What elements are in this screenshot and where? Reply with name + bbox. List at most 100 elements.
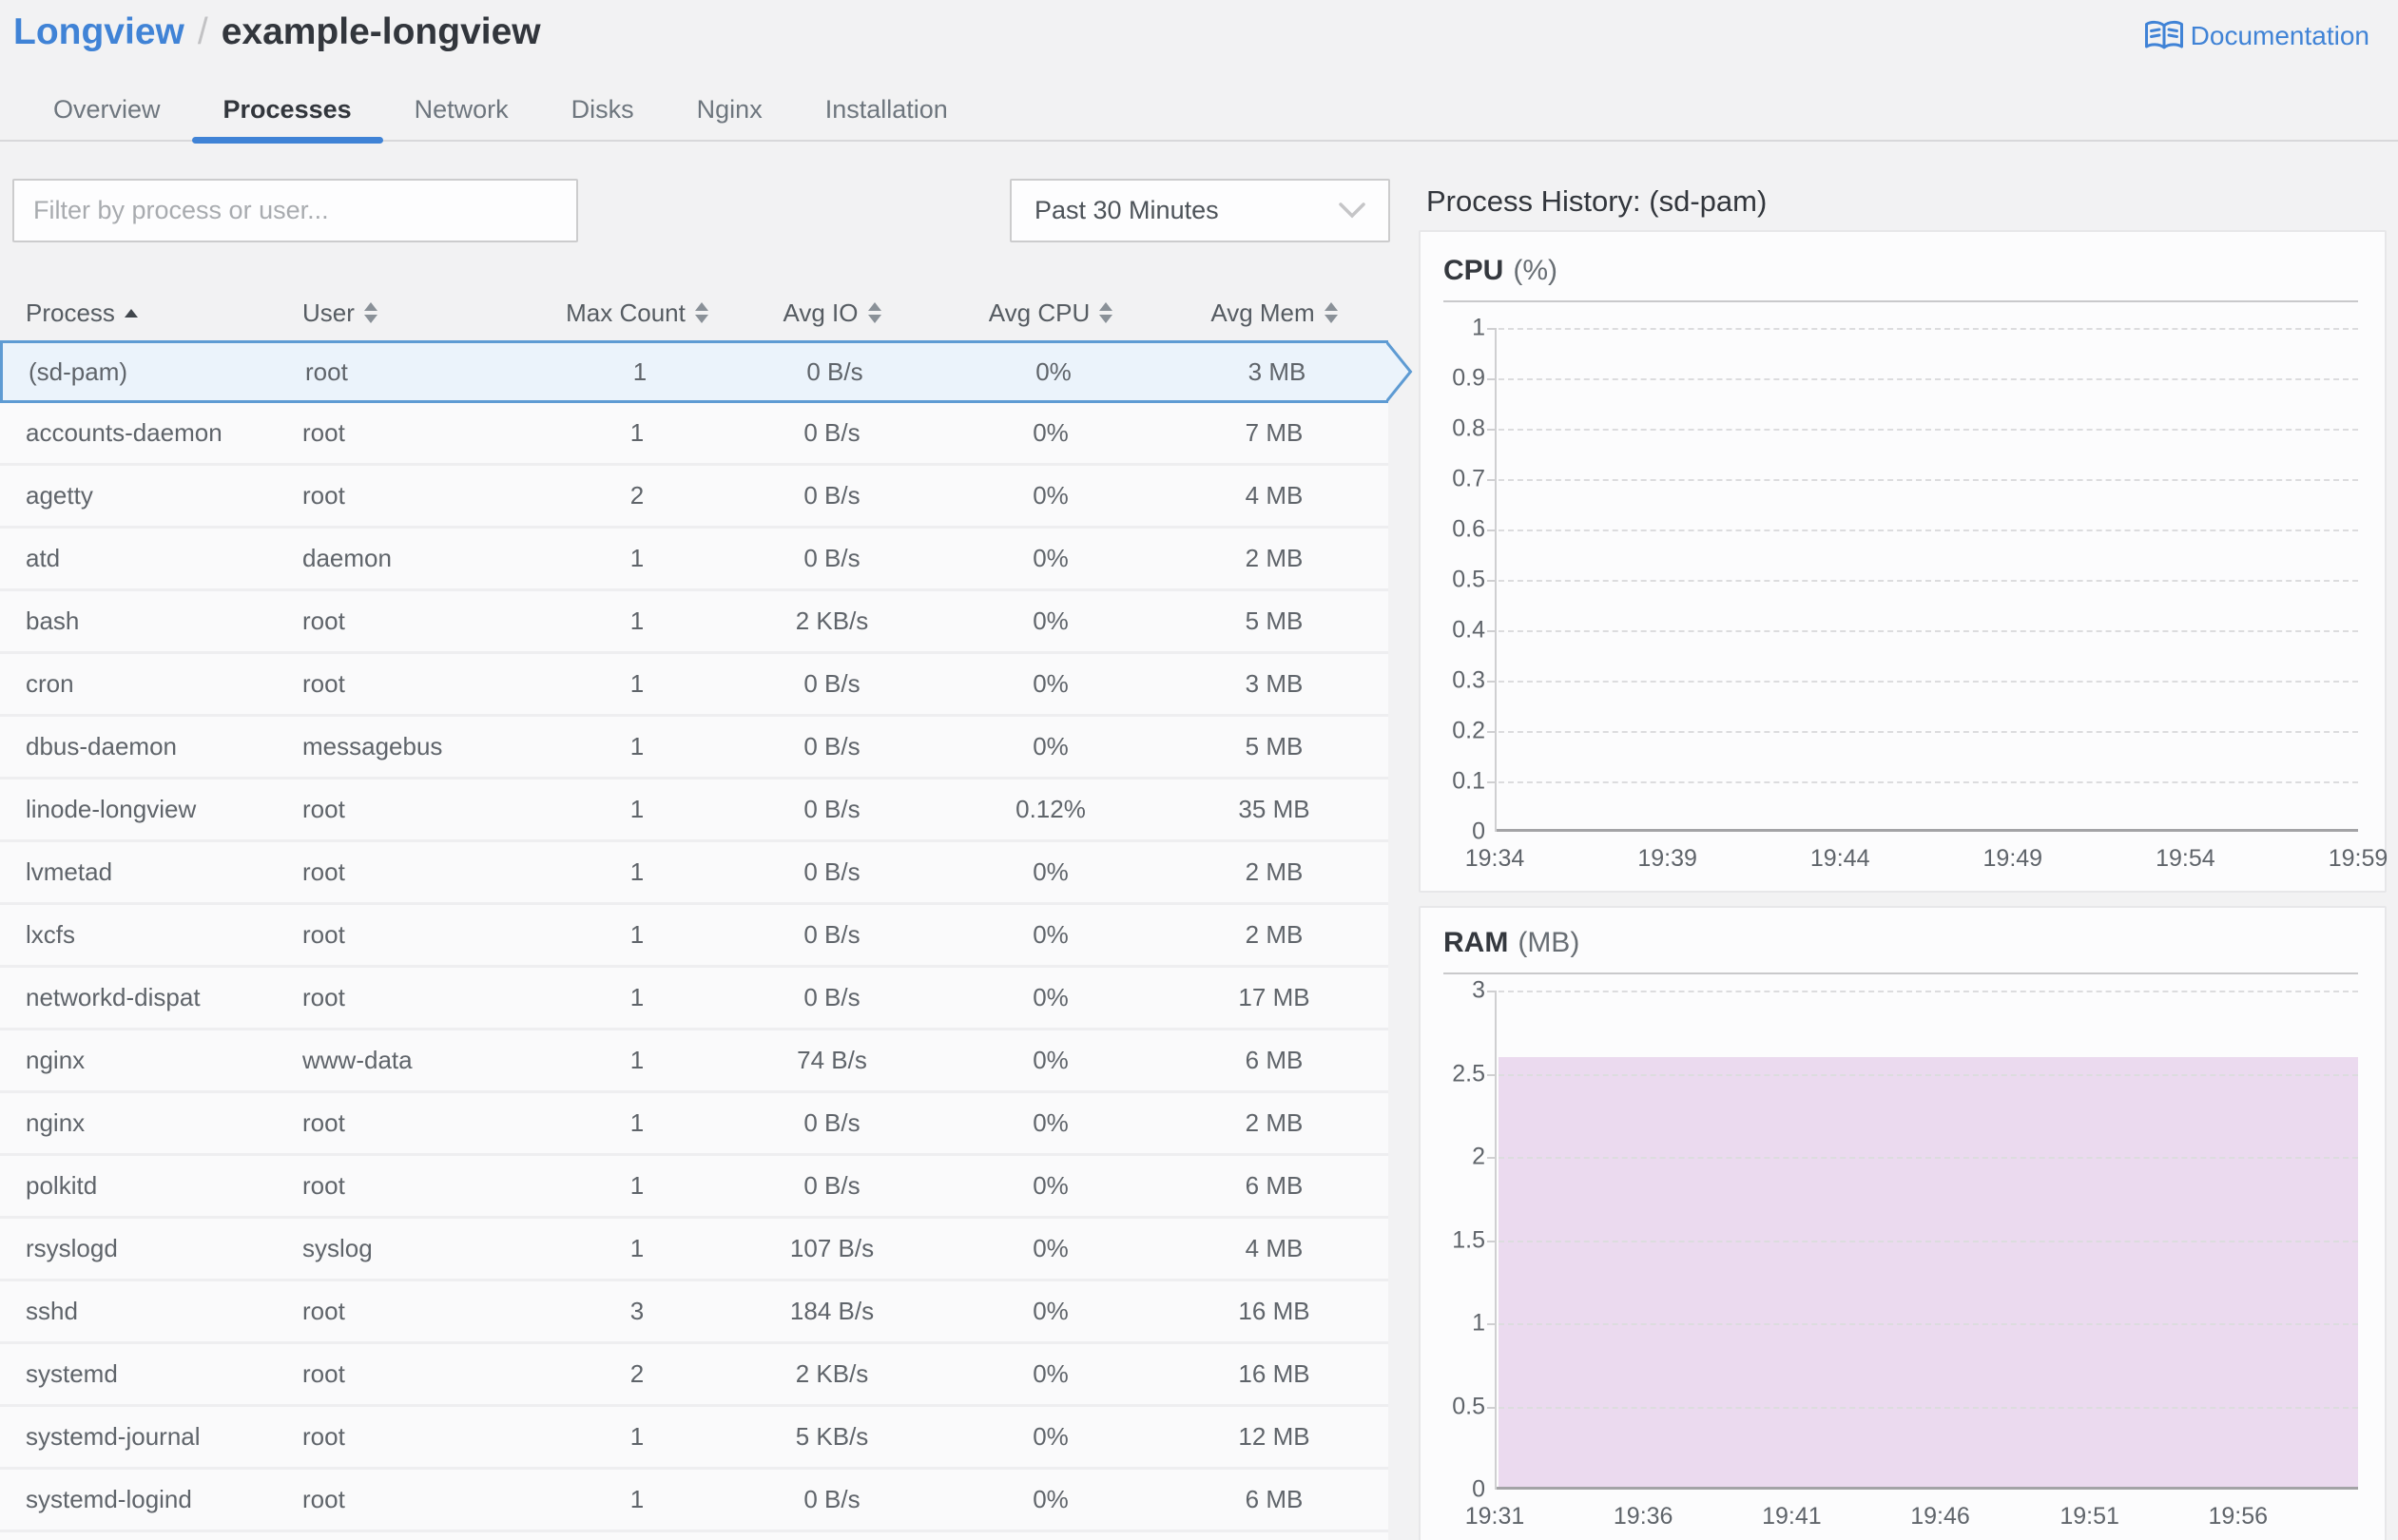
y-axis-label: 0.5 bbox=[1452, 566, 1485, 593]
table-cell: 2 MB bbox=[1245, 544, 1304, 572]
table-row[interactable]: linode-longview root 1 0 B/s 0.12% 35 MB bbox=[0, 780, 1388, 842]
table-row[interactable]: systemd-logind root 1 0 B/s 0% 6 MB bbox=[0, 1470, 1388, 1532]
process-filter-input[interactable] bbox=[12, 179, 578, 242]
x-axis-label: 19:44 bbox=[1809, 845, 1870, 872]
x-axis-label: 19:31 bbox=[1464, 1503, 1525, 1530]
table-cell: 1 bbox=[629, 1171, 645, 1200]
table-cell: root bbox=[305, 356, 348, 386]
zero-baseline bbox=[1497, 1487, 2358, 1490]
cpu-x-axis: 19:34 19:39 19:44 19:49 19:54 19:59 bbox=[1465, 837, 2388, 879]
column-header-user[interactable]: User bbox=[285, 298, 551, 328]
table-row[interactable]: systemd root 2 2 KB/s 0% 16 MB bbox=[0, 1344, 1388, 1407]
tab-disks[interactable]: Disks bbox=[540, 80, 666, 140]
table-cell: root bbox=[302, 1171, 345, 1200]
table-row[interactable]: bash root 1 2 KB/s 0% 5 MB bbox=[0, 591, 1388, 654]
table-cell: root bbox=[302, 857, 345, 886]
table-row[interactable]: lxcfs root 1 0 B/s 0% 2 MB bbox=[0, 905, 1388, 968]
column-header-avg-io[interactable]: Avg IO bbox=[723, 298, 941, 328]
table-row[interactable]: sshd root 3 184 B/s 0% 16 MB bbox=[0, 1281, 1388, 1344]
column-label: Avg IO bbox=[783, 298, 859, 327]
table-row[interactable]: polkitd root 1 0 B/s 0% 6 MB bbox=[0, 1156, 1388, 1219]
process-table-header: Process User Max Count Avg IO Avg CPU Av… bbox=[0, 285, 1388, 340]
table-cell: rsyslogd bbox=[26, 1234, 118, 1262]
x-axis-label: 19:56 bbox=[2208, 1503, 2269, 1530]
table-row[interactable]: nginx root 1 0 B/s 0% 2 MB bbox=[0, 1093, 1388, 1156]
y-axis-label: 3 bbox=[1472, 976, 1485, 1004]
column-label: Avg Mem bbox=[1210, 298, 1315, 327]
table-cell: 1 bbox=[629, 920, 645, 949]
table-cell: 0 B/s bbox=[803, 1171, 861, 1200]
column-header-avg-mem[interactable]: Avg Mem bbox=[1160, 298, 1388, 328]
table-row[interactable]: cron root 1 0 B/s 0% 3 MB bbox=[0, 654, 1388, 717]
table-cell: 0% bbox=[1033, 732, 1069, 760]
table-row[interactable]: networkd-dispat root 1 0 B/s 0% 17 MB bbox=[0, 968, 1388, 1030]
gridline bbox=[1499, 731, 2358, 733]
table-cell: root bbox=[302, 1297, 345, 1325]
column-label: Process bbox=[26, 298, 115, 327]
table-cell: agetty bbox=[26, 481, 93, 510]
table-row[interactable]: lvmetad root 1 0 B/s 0% 2 MB bbox=[0, 842, 1388, 905]
table-row[interactable]: agetty root 2 0 B/s 0% 4 MB bbox=[0, 466, 1388, 529]
table-cell: 5 MB bbox=[1245, 606, 1304, 635]
axis-tick bbox=[1487, 328, 1497, 330]
tab-network[interactable]: Network bbox=[383, 80, 540, 140]
table-cell: 0 B/s bbox=[806, 356, 863, 386]
table-cell: atd bbox=[26, 544, 61, 572]
documentation-link[interactable]: Documentation bbox=[2143, 19, 2369, 53]
table-cell: root bbox=[302, 418, 345, 447]
table-cell: lxcfs bbox=[26, 920, 75, 949]
sort-icon bbox=[694, 302, 708, 323]
table-cell: 0% bbox=[1033, 1171, 1069, 1200]
table-row[interactable]: nginx www-data 1 74 B/s 0% 6 MB bbox=[0, 1030, 1388, 1093]
table-row[interactable]: atd daemon 1 0 B/s 0% 2 MB bbox=[0, 529, 1388, 591]
tab-installation[interactable]: Installation bbox=[794, 80, 979, 140]
table-cell: 0 B/s bbox=[803, 418, 861, 447]
table-cell: messagebus bbox=[302, 732, 443, 760]
x-axis-label: 19:46 bbox=[1910, 1503, 1970, 1530]
table-cell: sshd bbox=[26, 1297, 78, 1325]
table-cell: 0% bbox=[1033, 1359, 1069, 1388]
gridline bbox=[1499, 1406, 2358, 1409]
x-axis-label: 19:54 bbox=[2156, 845, 2215, 872]
axis-tick bbox=[1487, 630, 1497, 632]
table-cell: 1 bbox=[629, 1234, 645, 1262]
table-cell: root bbox=[302, 983, 345, 1011]
table-row[interactable]: (sd-pam) root 1 0 B/s 0% 3 MB bbox=[0, 340, 1413, 403]
table-cell: 6 MB bbox=[1245, 1485, 1304, 1513]
table-cell: 4 MB bbox=[1245, 1234, 1304, 1262]
table-row[interactable]: systemd-journal root 1 5 KB/s 0% 12 MB bbox=[0, 1407, 1388, 1470]
table-cell: nginx bbox=[26, 1046, 86, 1074]
table-row[interactable]: accounts-daemon root 1 0 B/s 0% 7 MB bbox=[0, 403, 1388, 466]
column-header-process[interactable]: Process bbox=[0, 298, 285, 328]
sort-ascending-icon bbox=[124, 308, 138, 318]
gridline bbox=[1499, 991, 2358, 992]
tab-nginx[interactable]: Nginx bbox=[666, 80, 794, 140]
table-cell: root bbox=[302, 1108, 345, 1137]
time-range-select[interactable]: Past 30 Minutes bbox=[1010, 179, 1390, 242]
axis-tick bbox=[1487, 781, 1497, 783]
gridline bbox=[1499, 378, 2358, 380]
table-row[interactable]: rsyslogd syslog 1 107 B/s 0% 4 MB bbox=[0, 1219, 1388, 1281]
tab-overview[interactable]: Overview bbox=[22, 80, 192, 140]
process-table: Process User Max Count Avg IO Avg CPU Av… bbox=[0, 285, 1413, 1540]
x-axis-label: 19:39 bbox=[1637, 845, 1697, 872]
table-cell: 1 bbox=[629, 732, 645, 760]
gridline bbox=[1499, 681, 2358, 683]
table-cell: root bbox=[302, 795, 345, 823]
y-axis-label: 2 bbox=[1472, 1143, 1485, 1170]
column-header-avg-cpu[interactable]: Avg CPU bbox=[941, 298, 1160, 328]
ram-x-axis: 19:31 19:36 19:41 19:46 19:51 19:56 bbox=[1465, 1495, 2358, 1537]
tab-processes[interactable]: Processes bbox=[191, 80, 383, 144]
table-cell: 0% bbox=[1033, 1108, 1069, 1137]
column-header-max-count[interactable]: Max Count bbox=[551, 298, 723, 328]
breadcrumb-longview-link[interactable]: Longview bbox=[13, 11, 184, 52]
x-axis-label: 19:49 bbox=[1982, 845, 2043, 872]
chart-title-unit: (%) bbox=[1513, 255, 1557, 286]
y-axis-label: 0.1 bbox=[1452, 767, 1485, 795]
axis-tick bbox=[1487, 731, 1497, 733]
table-cell: systemd bbox=[26, 1359, 118, 1388]
table-cell: 0 B/s bbox=[803, 983, 861, 1011]
table-row[interactable]: dbus-daemon messagebus 1 0 B/s 0% 5 MB bbox=[0, 717, 1388, 780]
cpu-chart-title: CPU (%) bbox=[1443, 255, 2358, 287]
table-cell: 1 bbox=[629, 1046, 645, 1074]
